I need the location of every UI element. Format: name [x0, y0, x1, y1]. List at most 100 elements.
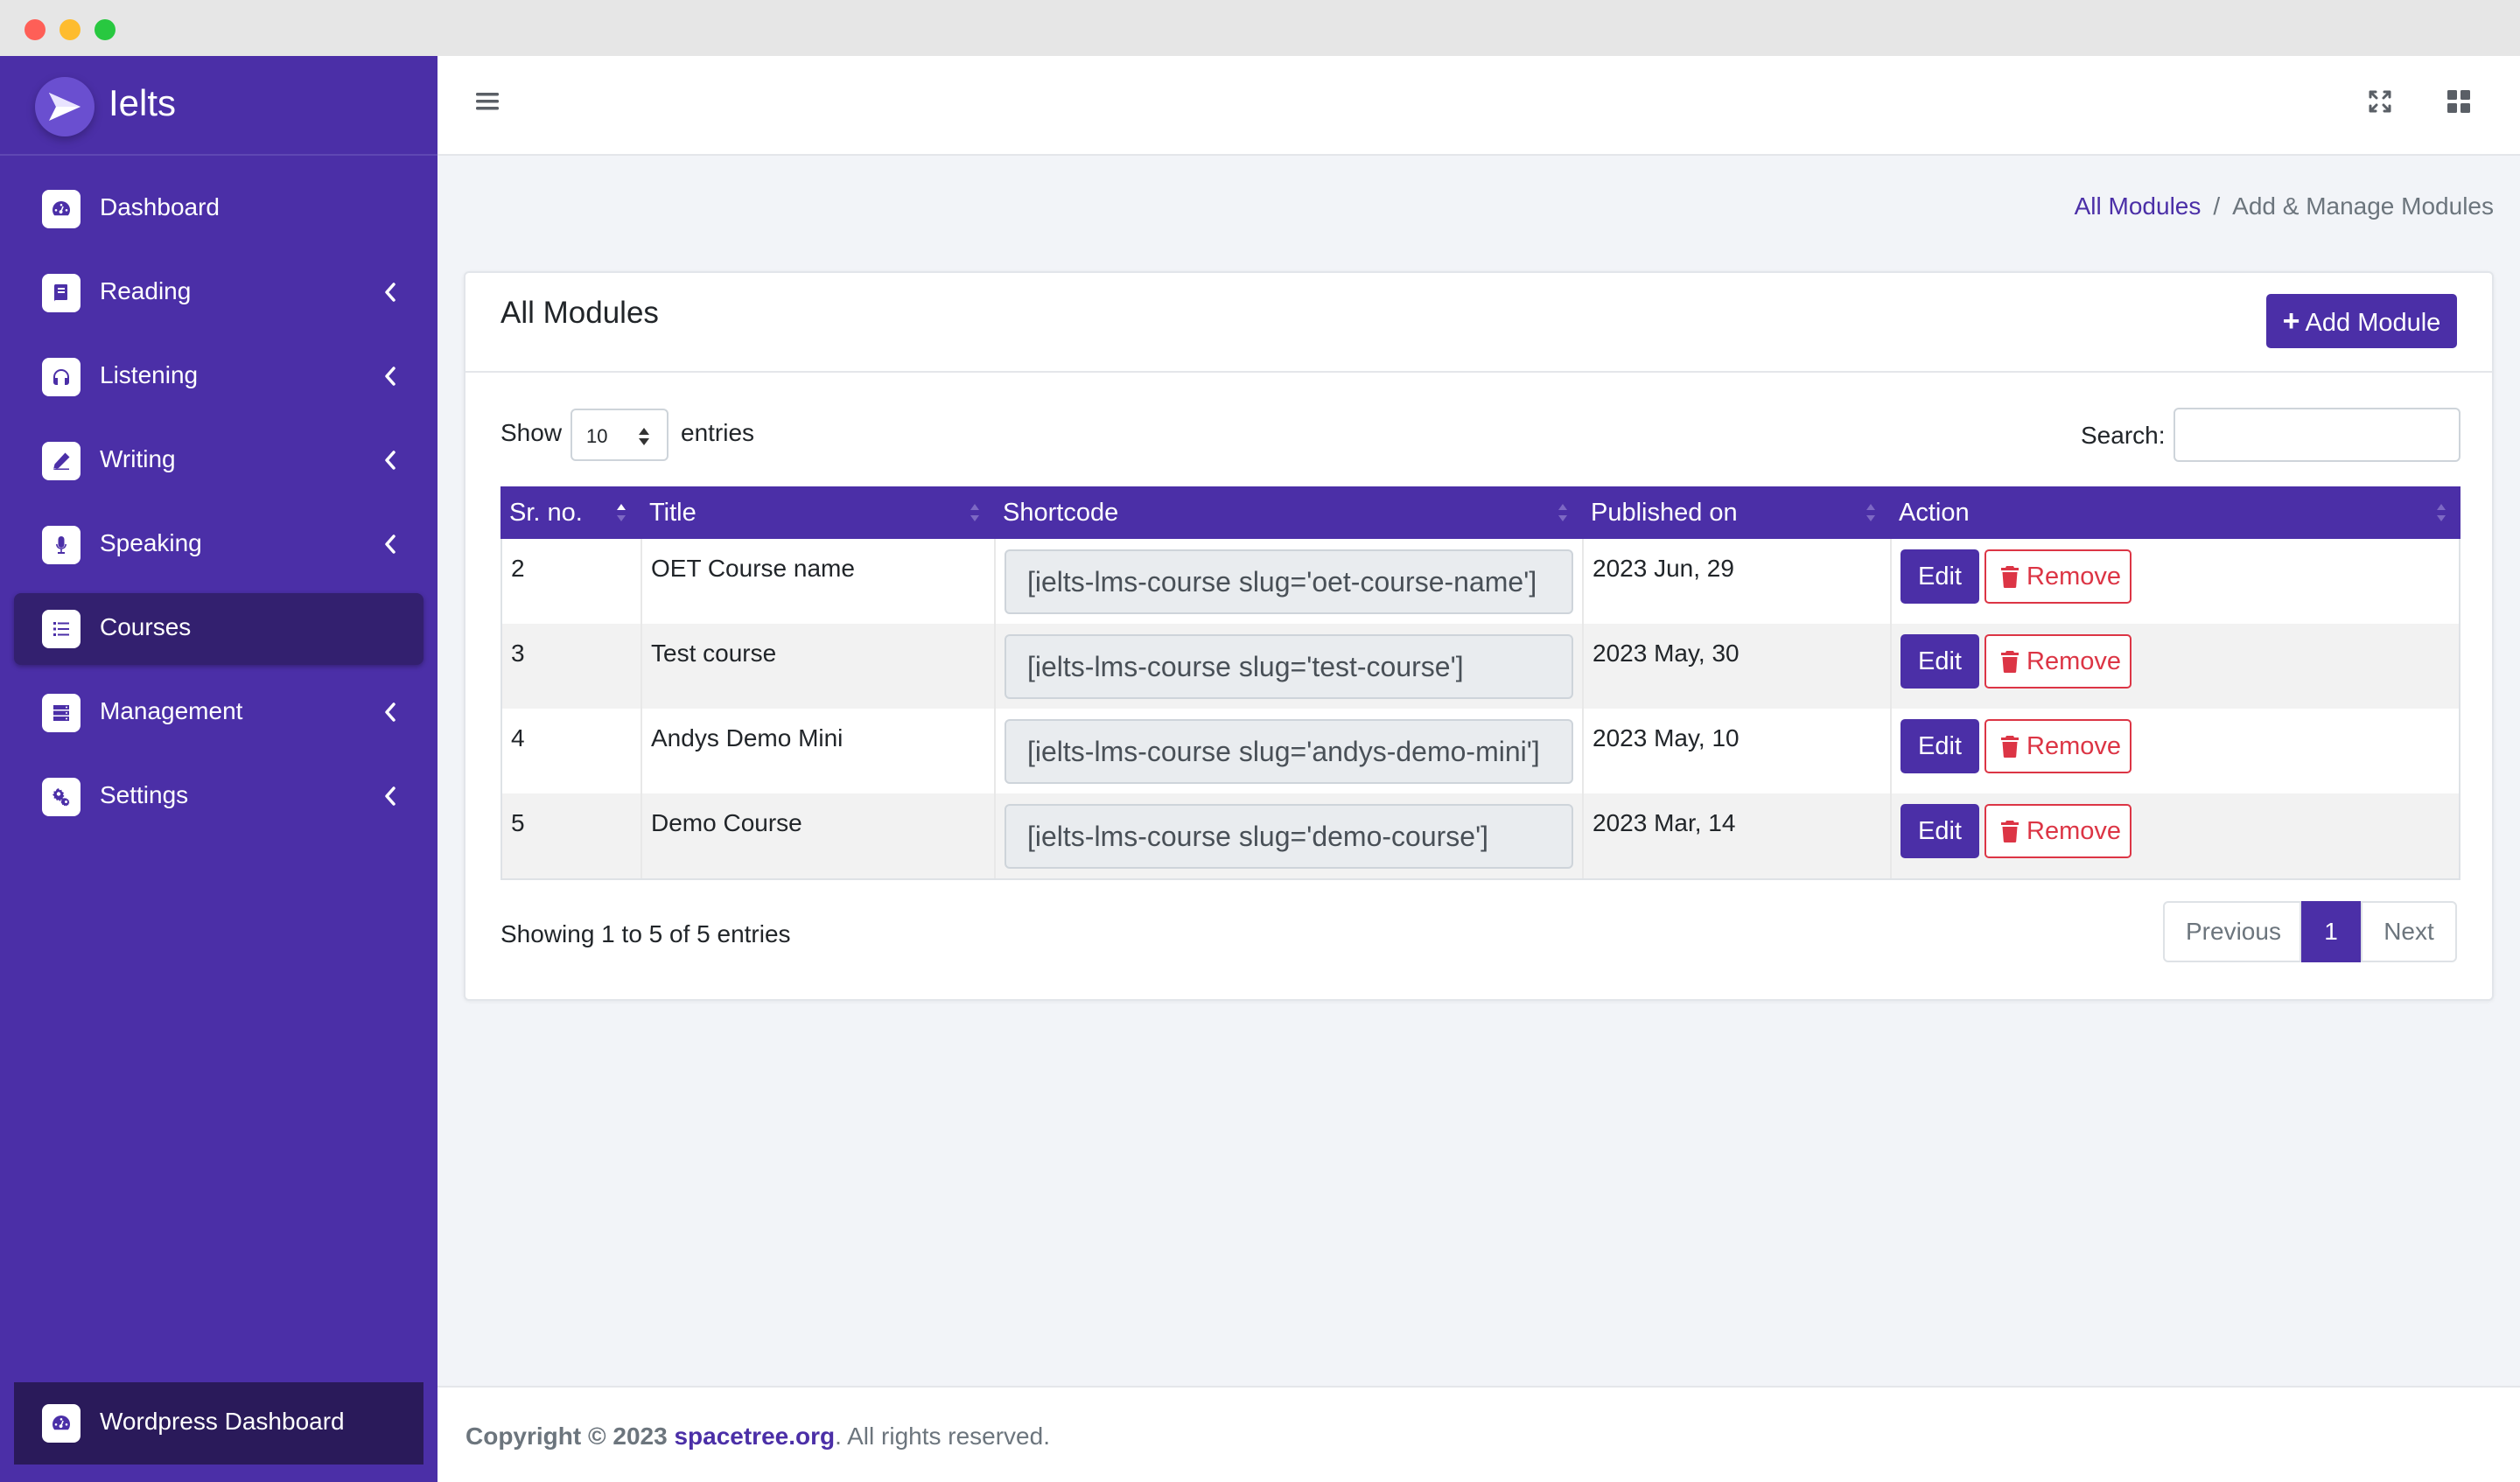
copyright-label: Copyright © 2023 [466, 1423, 668, 1450]
sidebar-item-management[interactable]: Management [14, 677, 424, 749]
brand[interactable]: Ielts [0, 56, 438, 156]
table-info: Showing 1 to 5 of 5 entries [500, 920, 791, 947]
table-header: Sr. no. Title Shortcode Published on Act… [500, 486, 2460, 539]
shortcode-field[interactable]: [ielts-lms-course slug='test-course'] [1004, 634, 1573, 699]
cell-sr-no: 5 [502, 793, 642, 878]
sidebar-item-label: Management [100, 697, 243, 724]
wordpress-dashboard-link[interactable]: Wordpress Dashboard [14, 1382, 424, 1465]
sidebar-item-settings[interactable]: Settings [14, 761, 424, 833]
edit-button[interactable]: Edit [1900, 549, 1979, 604]
sidebar-item-dashboard[interactable]: Dashboard [14, 173, 424, 245]
sort-icon [1866, 504, 1875, 521]
table-row: 4 Andys Demo Mini [ielts-lms-course slug='… [500, 709, 2460, 793]
sidebar-item-speaking[interactable]: Speaking [14, 509, 424, 581]
hamburger-menu-icon[interactable] [476, 91, 499, 116]
logo-icon [35, 77, 94, 136]
chevron-left-icon [385, 703, 396, 722]
cell-action: Edit Remove [1892, 624, 2462, 709]
edit-button[interactable]: Edit [1900, 804, 1979, 858]
trash-icon [2001, 736, 2019, 758]
cell-title: Demo Course [642, 793, 996, 878]
cell-published-on: 2023 May, 30 [1584, 624, 1892, 709]
add-module-button[interactable]: + Add Module [2266, 294, 2457, 348]
breadcrumb: All Modules / Add & Manage Modules [2075, 192, 2494, 220]
page-length-select[interactable]: 10 [570, 409, 668, 461]
column-header-published-on[interactable]: Published on [1582, 486, 1890, 539]
column-header-action[interactable]: Action [1890, 486, 2460, 539]
previous-page-button[interactable]: Previous [2163, 901, 2301, 962]
breadcrumb-all-modules-link[interactable]: All Modules [2075, 192, 2202, 220]
close-window-button[interactable] [24, 19, 46, 40]
chevron-left-icon [385, 451, 396, 470]
remove-button[interactable]: Remove [1984, 719, 2132, 773]
list-icon [42, 610, 80, 648]
cell-published-on: 2023 May, 10 [1584, 709, 1892, 793]
shortcode-field[interactable]: [ielts-lms-course slug='oet-course-name'… [1004, 549, 1573, 614]
sidebar-item-label: Settings [100, 781, 189, 808]
column-header-title[interactable]: Title [640, 486, 994, 539]
edit-button[interactable]: Edit [1900, 719, 1979, 773]
select-caret-icon [639, 428, 649, 445]
fullscreen-icon[interactable] [2368, 89, 2392, 118]
trash-icon [2001, 566, 2019, 588]
table-row: 5 Demo Course [ielts-lms-course slug='demo… [500, 793, 2460, 878]
sort-ascending-icon [617, 504, 626, 521]
remove-button[interactable]: Remove [1984, 804, 2132, 858]
cell-shortcode: [ielts-lms-course slug='oet-course-name'… [996, 539, 1584, 624]
search-input[interactable] [2174, 408, 2460, 462]
rights-text: . All rights reserved. [835, 1423, 1050, 1450]
sidebar: Ielts Dashboard Reading Listening Writing Sp… [0, 56, 438, 1482]
sidebar-item-courses[interactable]: Courses [14, 593, 424, 665]
column-header-label: Sr. no. [509, 499, 583, 527]
site-link[interactable]: spacetree.org [674, 1423, 835, 1450]
sidebar-item-label: Speaking [100, 529, 202, 556]
chevron-left-icon [385, 367, 396, 386]
cell-sr-no: 2 [502, 539, 642, 624]
sidebar-item-label: Listening [100, 361, 199, 388]
cell-action: Edit Remove [1892, 793, 2462, 878]
book-icon [42, 274, 80, 312]
cell-published-on: 2023 Mar, 14 [1584, 793, 1892, 878]
maximize-window-button[interactable] [94, 19, 116, 40]
headphones-icon [42, 358, 80, 396]
pagination: Previous 1 Next [2163, 901, 2457, 962]
remove-label: Remove [2026, 817, 2121, 845]
window-titlebar [0, 0, 2520, 56]
cell-sr-no: 3 [502, 624, 642, 709]
sidebar-item-reading[interactable]: Reading [14, 257, 424, 329]
minimize-window-button[interactable] [60, 19, 80, 40]
column-header-label: Published on [1591, 499, 1738, 527]
column-header-sr-no[interactable]: Sr. no. [500, 486, 640, 539]
brand-name: Ielts [108, 82, 177, 123]
table-row: 3 Test course [ielts-lms-course slug='test… [500, 624, 2460, 709]
copyright-text: Copyright © 2023 spacetree.org. All righ… [466, 1423, 1050, 1451]
page-1-button[interactable]: 1 [2301, 901, 2361, 962]
shortcode-field[interactable]: [ielts-lms-course slug='andys-demo-mini'… [1004, 719, 1573, 784]
remove-button[interactable]: Remove [1984, 634, 2132, 689]
sort-icon [1558, 504, 1567, 521]
topbar [438, 56, 2520, 156]
sidebar-item-label: Courses [100, 613, 192, 640]
edit-button[interactable]: Edit [1900, 634, 1979, 689]
shortcode-field[interactable]: [ielts-lms-course slug='demo-course'] [1004, 804, 1573, 869]
chevron-left-icon [385, 535, 396, 554]
sidebar-item-listening[interactable]: Listening [14, 341, 424, 413]
entries-label: entries [681, 419, 755, 446]
next-page-button[interactable]: Next [2361, 901, 2457, 962]
card-title: All Modules [500, 296, 659, 330]
grid-apps-icon[interactable] [2446, 89, 2471, 118]
sidebar-item-writing[interactable]: Writing [14, 425, 424, 497]
footer: Copyright © 2023 spacetree.org. All righ… [438, 1386, 2520, 1482]
dashboard-icon [42, 1404, 80, 1443]
cell-shortcode: [ielts-lms-course slug='demo-course'] [996, 793, 1584, 878]
trash-icon [2001, 821, 2019, 842]
table-bottom-border [500, 878, 2460, 880]
trash-icon [2001, 651, 2019, 673]
remove-label: Remove [2026, 732, 2121, 760]
column-header-shortcode[interactable]: Shortcode [994, 486, 1582, 539]
cell-action: Edit Remove [1892, 539, 2462, 624]
card-header: All Modules + Add Module [466, 273, 2492, 373]
cell-published-on: 2023 Jun, 29 [1584, 539, 1892, 624]
plus-icon: + [2282, 304, 2300, 338]
remove-button[interactable]: Remove [1984, 549, 2132, 604]
